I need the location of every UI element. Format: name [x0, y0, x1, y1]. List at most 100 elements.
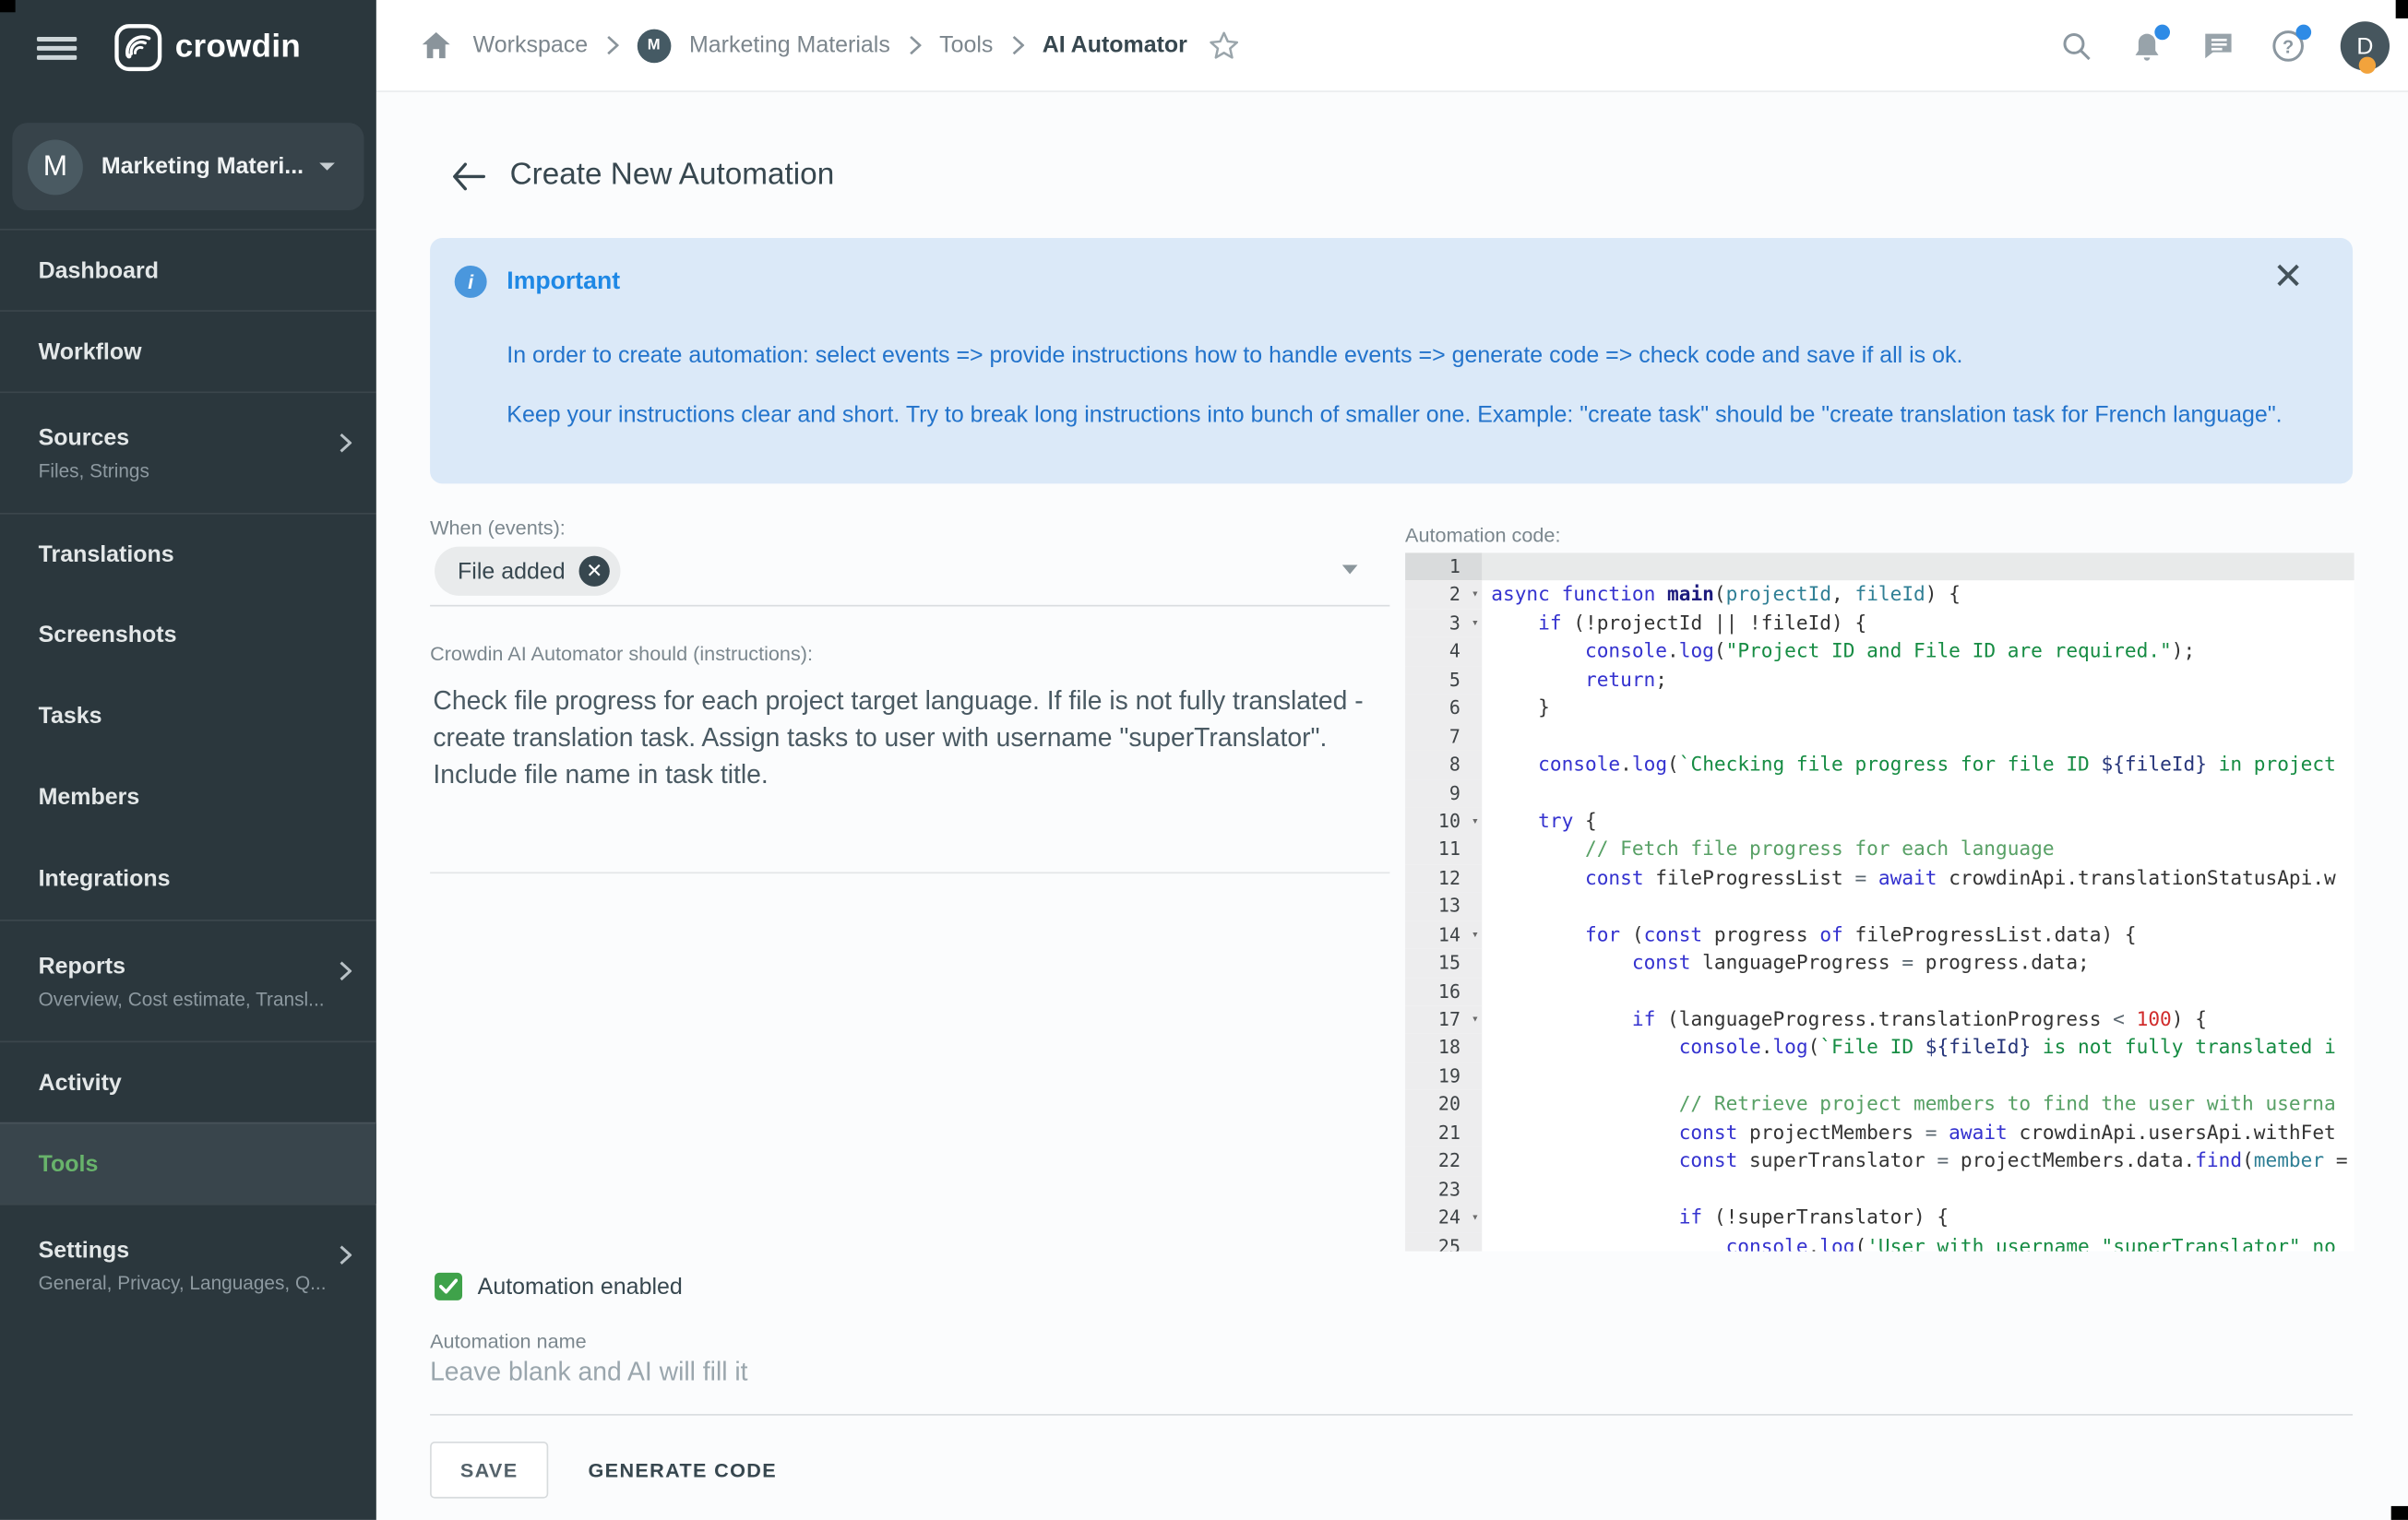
code-text: if (languageProgress.translationProgress…	[1482, 1005, 2354, 1034]
sidebar-item-subtitle: General, Privacy, Languages, Q...	[39, 1272, 376, 1293]
page-head: Create New Automation	[451, 158, 834, 193]
code-text: const projectMembers = await crowdinApi.…	[1482, 1119, 2354, 1147]
event-chip-label: File added	[458, 558, 566, 584]
code-text: if (!projectId || !fileId) {	[1482, 610, 2354, 638]
page-title: Create New Automation	[510, 158, 835, 193]
generate-code-button[interactable]: GENERATE CODE	[589, 1442, 777, 1499]
line-number: 14▾	[1405, 920, 1482, 949]
sidebar-item-label: Tools	[39, 1151, 376, 1177]
chevron-right-icon	[340, 961, 352, 989]
sidebar-item-label: Dashboard	[39, 257, 376, 283]
code-text	[1482, 893, 2354, 921]
automation-enabled-checkbox[interactable]	[435, 1273, 462, 1300]
crowdin-logo[interactable]: crowdin	[113, 23, 301, 72]
line-number: 21	[1405, 1119, 1482, 1147]
breadcrumb: Workspace M Marketing Materials Tools AI…	[418, 27, 1243, 64]
back-arrow-icon[interactable]	[451, 162, 485, 190]
messages-icon[interactable]	[2199, 28, 2236, 65]
events-label: When (events):	[430, 516, 566, 539]
events-dropdown-caret-icon[interactable]	[1342, 565, 1358, 575]
code-text: const superTranslator = projectMembers.d…	[1482, 1147, 2354, 1176]
sidebar-item-settings[interactable]: Settings General, Privacy, Languages, Q..…	[0, 1204, 376, 1324]
banner-paragraph: In order to create automation: select ev…	[507, 342, 1962, 368]
fold-caret-icon[interactable]: ▾	[1472, 610, 1479, 638]
sidebar-item-label: Settings	[39, 1237, 376, 1263]
svg-text:?: ?	[2283, 37, 2294, 57]
sidebar-item-translations[interactable]: Translations	[0, 513, 376, 594]
code-text	[1482, 1175, 2354, 1204]
line-number: 6	[1405, 695, 1482, 723]
hamburger-menu-icon[interactable]	[37, 37, 77, 60]
user-status-dot	[2359, 57, 2376, 74]
line-number: 19	[1405, 1063, 1482, 1091]
sidebar-item-members[interactable]: Members	[0, 757, 376, 838]
code-editor[interactable]: 12▾async function main(projectId, fileId…	[1405, 552, 2354, 1251]
help-icon[interactable]: ?	[2270, 28, 2307, 65]
instructions-textarea[interactable]: Check file progress for each project tar…	[433, 683, 1415, 794]
sidebar-item-subtitle: Overview, Cost estimate, Transl...	[39, 988, 376, 1009]
code-text: try {	[1482, 807, 2354, 836]
breadcrumb-project[interactable]: Marketing Materials	[689, 32, 890, 58]
sidebar-item-integrations[interactable]: Integrations	[0, 838, 376, 920]
code-line: 10▾ try {	[1405, 807, 2354, 836]
notifications-bell-icon[interactable]	[2128, 28, 2165, 65]
fold-caret-icon[interactable]: ▾	[1472, 920, 1479, 949]
automation-name-label: Automation name	[430, 1329, 587, 1352]
line-number: 12	[1405, 864, 1482, 893]
code-text: console.log('User with username "superTr…	[1482, 1232, 2354, 1252]
code-text: if (!superTranslator) {	[1482, 1204, 2354, 1232]
sidebar-item-screenshots[interactable]: Screenshots	[0, 594, 376, 675]
sidebar-item-activity[interactable]: Activity	[0, 1041, 376, 1122]
banner-close-icon[interactable]: ✕	[2272, 259, 2303, 296]
fold-caret-icon[interactable]: ▾	[1472, 1204, 1479, 1232]
sidebar-header: crowdin	[0, 0, 376, 99]
breadcrumb-tools[interactable]: Tools	[939, 32, 993, 58]
fold-caret-icon[interactable]: ▾	[1472, 807, 1479, 836]
code-line: 4 console.log("Project ID and File ID ar…	[1405, 637, 2354, 666]
chevron-down-icon	[319, 162, 335, 170]
code-line: 16	[1405, 978, 2354, 1006]
code-text	[1482, 552, 2354, 581]
event-chip-file-added[interactable]: File added ✕	[435, 547, 621, 596]
line-number: 18	[1405, 1034, 1482, 1063]
line-number: 25	[1405, 1232, 1482, 1252]
code-text: async function main(projectId, fileId) {	[1482, 581, 2354, 610]
code-line: 25 console.log('User with username "supe…	[1405, 1232, 2354, 1252]
sidebar-item-label: Reports	[39, 953, 376, 979]
code-text: console.log("Project ID and File ID are …	[1482, 637, 2354, 666]
sidebar-item-tools[interactable]: Tools	[0, 1122, 376, 1204]
search-icon[interactable]	[2057, 28, 2094, 65]
automation-enabled-label: Automation enabled	[478, 1274, 683, 1300]
code-line: 1	[1405, 552, 2354, 581]
fold-caret-icon[interactable]: ▾	[1472, 1005, 1479, 1034]
line-number: 1	[1405, 552, 1482, 581]
sidebar-item-tasks[interactable]: Tasks	[0, 675, 376, 756]
code-line: 8 console.log(`Checking file progress fo…	[1405, 751, 2354, 779]
sidebar-item-reports[interactable]: Reports Overview, Cost estimate, Transl..…	[0, 920, 376, 1040]
line-number: 16	[1405, 978, 1482, 1006]
line-number: 10▾	[1405, 807, 1482, 836]
sidebar-item-sources[interactable]: SourcesFiles, Strings	[0, 391, 376, 512]
sidebar-item-workflow[interactable]: Workflow	[0, 310, 376, 391]
code-text	[1482, 722, 2354, 751]
home-icon[interactable]	[418, 27, 455, 64]
save-button[interactable]: SAVE	[430, 1442, 548, 1499]
code-text	[1482, 978, 2354, 1006]
code-line: 24▾ if (!superTranslator) {	[1405, 1204, 2354, 1232]
screen-corner-artifact	[2391, 1506, 2408, 1520]
breadcrumb-project-avatar[interactable]: M	[637, 29, 671, 63]
favorite-star-icon[interactable]	[1206, 27, 1243, 64]
line-number: 2▾	[1405, 581, 1482, 610]
sidebar-item-dashboard[interactable]: Dashboard	[0, 229, 376, 310]
project-selector[interactable]: M Marketing Materi...	[12, 123, 364, 210]
remove-event-icon[interactable]: ✕	[579, 556, 610, 587]
notification-badge	[2154, 25, 2170, 41]
breadcrumb-workspace[interactable]: Workspace	[473, 32, 588, 58]
code-text: // Fetch file progress for each language	[1482, 836, 2354, 864]
project-name: Marketing Materi...	[101, 153, 316, 179]
crowdin-wordmark: crowdin	[175, 30, 301, 66]
sidebar: crowdin M Marketing Materi... Dashboard W…	[0, 0, 376, 1520]
automation-name-input[interactable]	[430, 1357, 1505, 1387]
fold-caret-icon[interactable]: ▾	[1472, 581, 1479, 610]
chevron-right-icon	[606, 35, 618, 55]
